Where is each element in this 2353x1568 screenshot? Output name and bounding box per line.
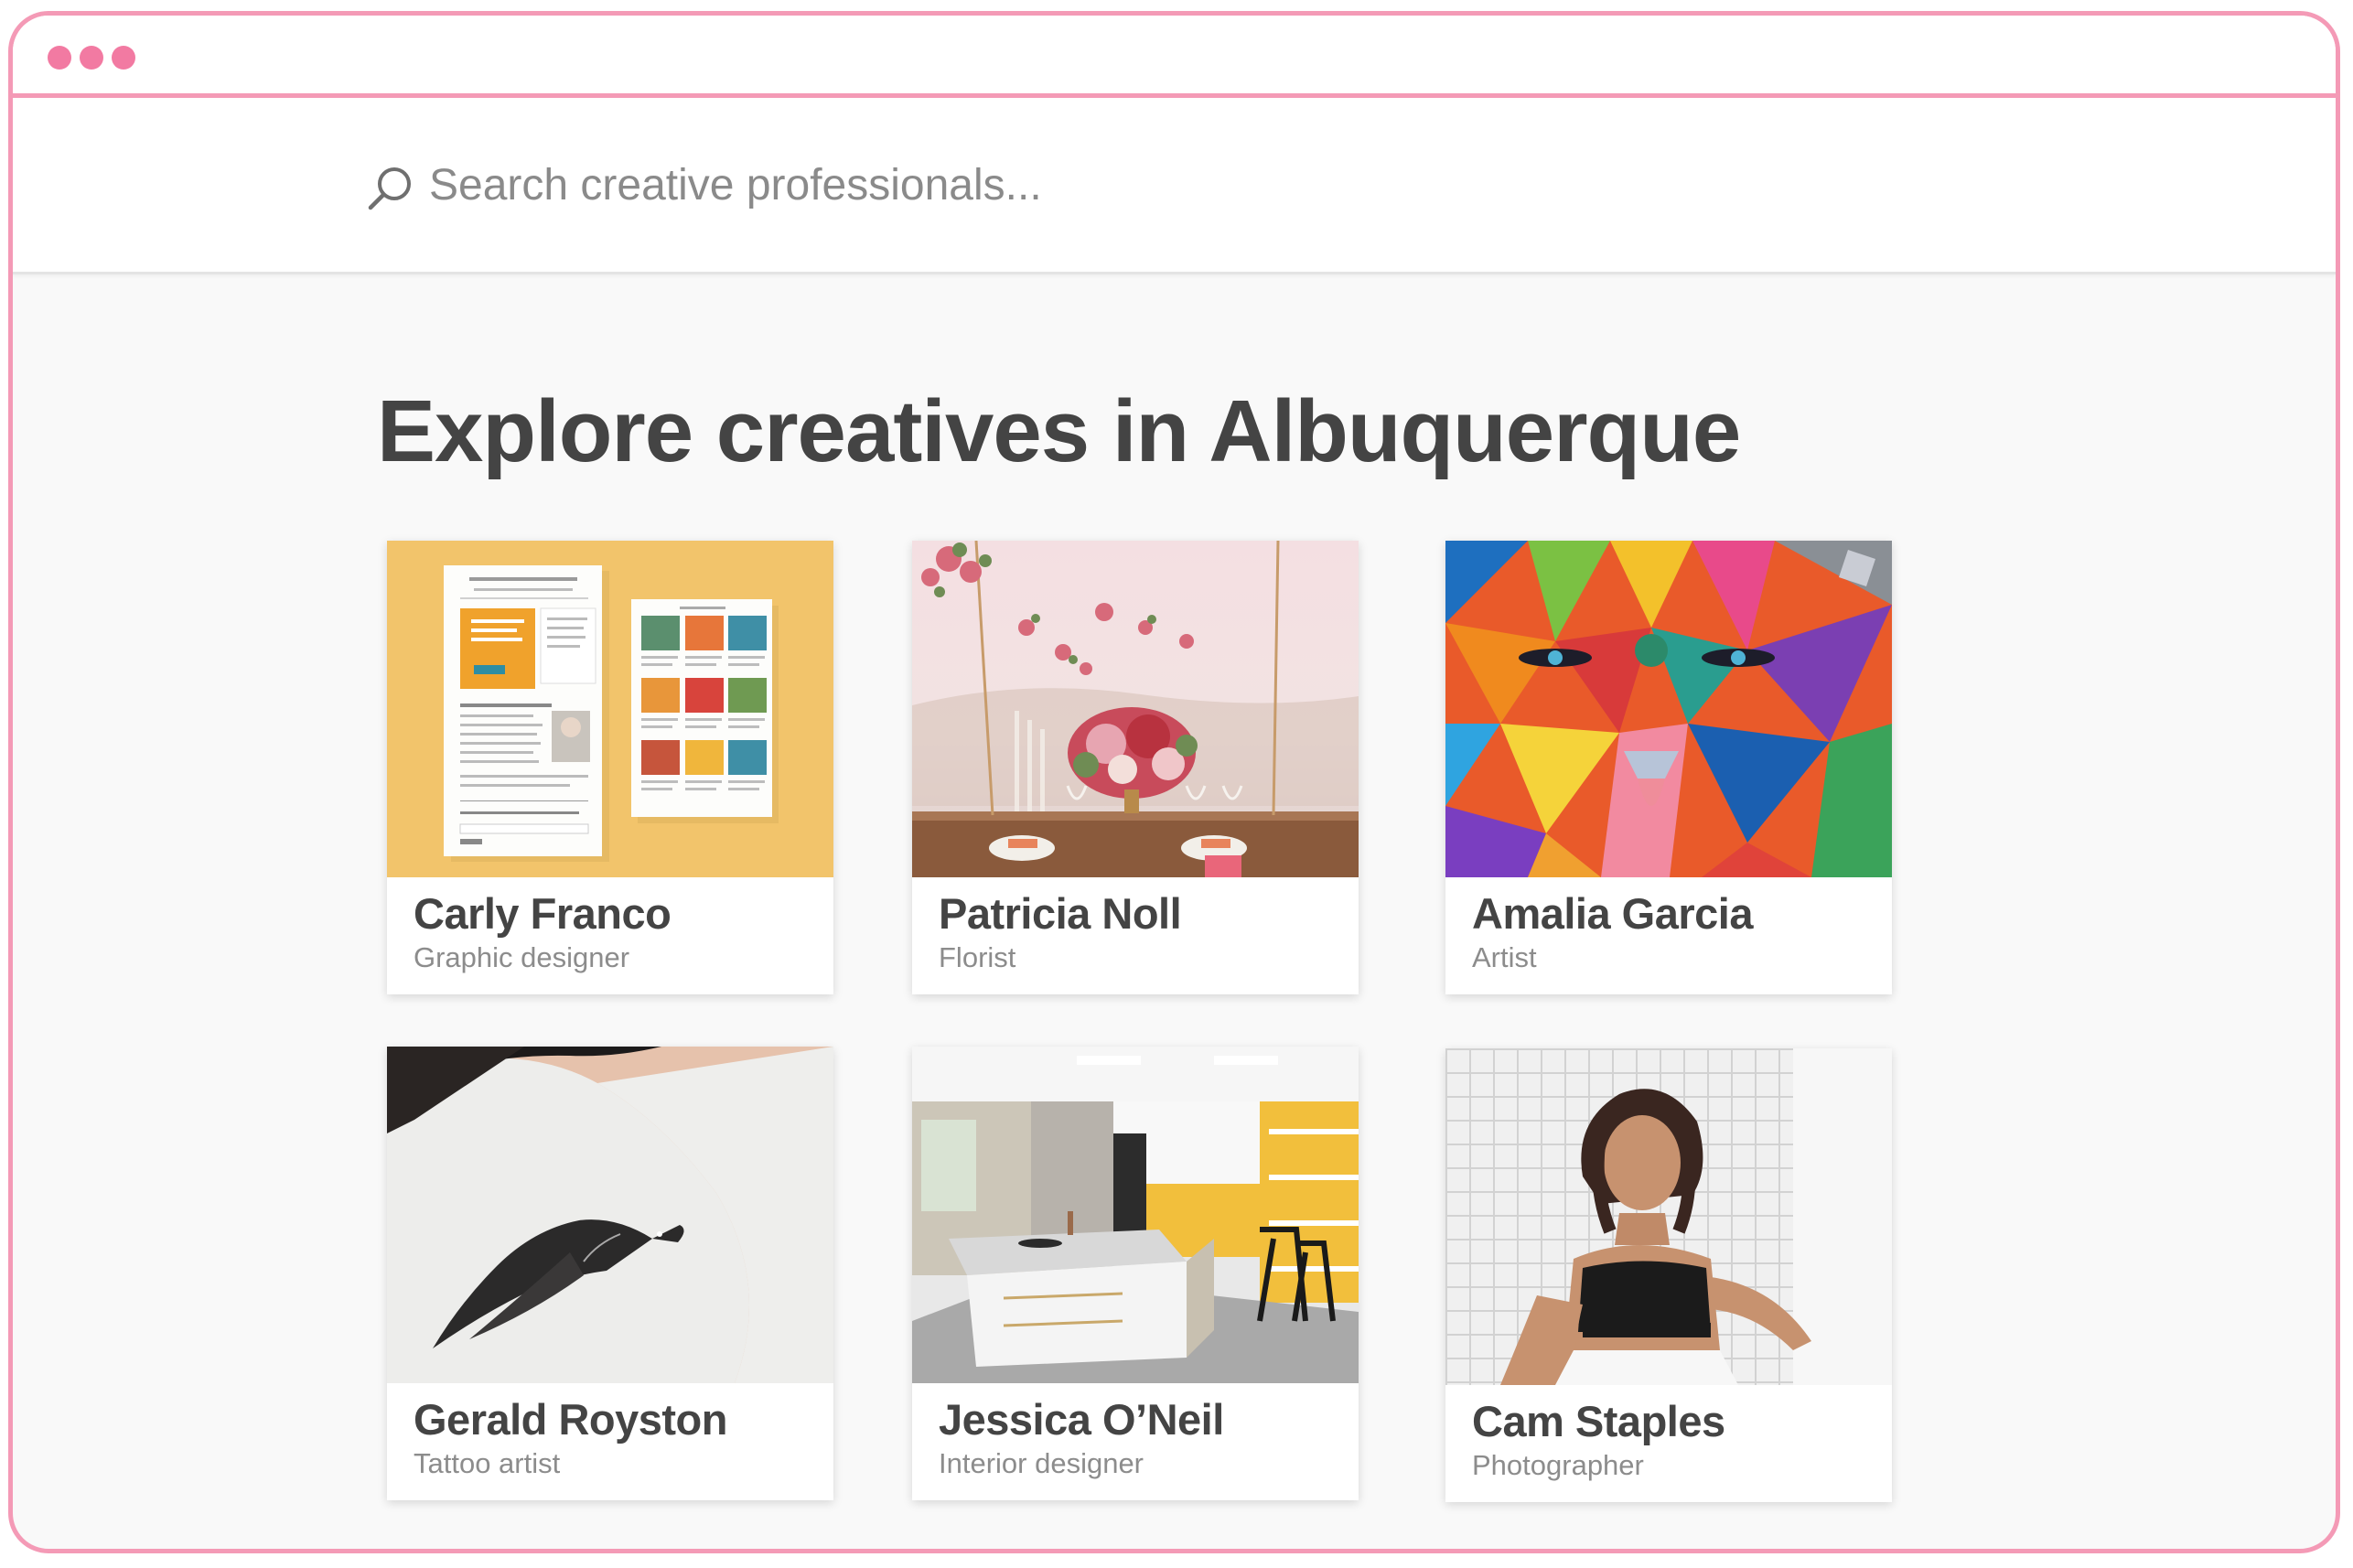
portfolio-image: [387, 541, 833, 877]
creative-role: Florist: [939, 941, 1016, 973]
creative-name[interactable]: Patricia Noll: [939, 888, 1182, 939]
portfolio-image: [912, 541, 1359, 877]
creative-card[interactable]: Gerald Royston Tattoo artist: [387, 1047, 833, 1500]
window-control-dot[interactable]: [112, 46, 135, 70]
search-bar: [13, 98, 2336, 274]
creative-card[interactable]: Amalia Garcia Artist: [1445, 541, 1892, 994]
portfolio-image: [1445, 1048, 1892, 1385]
creative-name[interactable]: Gerald Royston: [414, 1394, 727, 1444]
creative-role: Interior designer: [939, 1447, 1144, 1479]
search-icon[interactable]: [365, 162, 416, 213]
creative-card[interactable]: Patricia Noll Florist: [912, 541, 1359, 994]
portfolio-image: [912, 1047, 1359, 1383]
creative-card[interactable]: Jessica O’Neil Interior designer: [912, 1047, 1359, 1500]
creative-role: Tattoo artist: [414, 1447, 561, 1479]
window-control-dot[interactable]: [48, 46, 71, 70]
portfolio-image: [387, 1047, 833, 1383]
creative-card[interactable]: Carly Franco Graphic designer: [387, 541, 833, 994]
creative-name[interactable]: Carly Franco: [414, 888, 672, 939]
browser-window: Explore creatives in Albuquerque: [8, 11, 2340, 1553]
search-input[interactable]: [429, 153, 1801, 217]
portfolio-image: [1445, 541, 1892, 877]
window-control-dot[interactable]: [80, 46, 103, 70]
creative-role: Photographer: [1472, 1449, 1644, 1481]
creative-role: Artist: [1472, 941, 1537, 973]
page-title: Explore creatives in Albuquerque: [377, 382, 1741, 480]
creative-name[interactable]: Jessica O’Neil: [939, 1394, 1224, 1444]
window-titlebar: [13, 16, 2336, 98]
creative-name[interactable]: Amalia Garcia: [1472, 888, 1754, 939]
creative-card[interactable]: Cam Staples Photographer: [1445, 1048, 1892, 1502]
creative-role: Graphic designer: [414, 941, 630, 973]
creative-name[interactable]: Cam Staples: [1472, 1396, 1725, 1446]
